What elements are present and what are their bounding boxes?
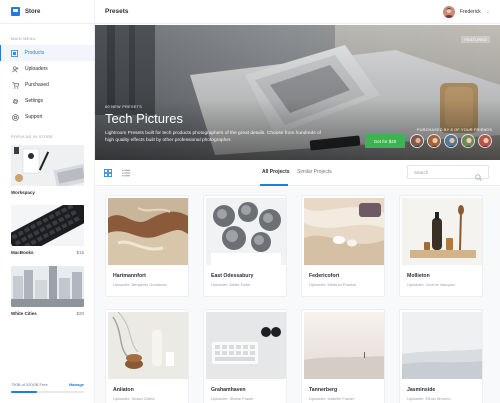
card-uploader: Uploader: Isabelle Fowler bbox=[309, 396, 355, 401]
project-card[interactable]: Mollieton Uploader: Jerome Vasquez bbox=[399, 195, 483, 297]
top-header: Presets Frederick ⌄ bbox=[95, 0, 500, 24]
card-title: Grahamhaven bbox=[211, 387, 246, 393]
active-tab-indicator bbox=[260, 184, 288, 186]
app: Store MAIN MENU Products Uploaders Purch… bbox=[0, 0, 500, 403]
card-uploader: Uploader: Minerva Powers bbox=[309, 282, 357, 287]
projects-grid: Hartmannfort Uploader: Benjamin Goodman … bbox=[95, 187, 500, 403]
popular-thumbnail bbox=[11, 145, 84, 186]
card-image bbox=[304, 198, 384, 265]
sidebar-item-settings[interactable]: Settings bbox=[0, 93, 94, 109]
search-icon[interactable] bbox=[475, 168, 482, 186]
card-image bbox=[108, 312, 188, 379]
popular-thumbnail bbox=[11, 266, 84, 307]
project-card[interactable]: Jasminside Uploader: Ethan Moreno bbox=[399, 309, 483, 403]
storage-progress-fill bbox=[11, 391, 37, 393]
get-for-price-button[interactable]: Get for $40 bbox=[365, 134, 405, 148]
main-menu: Products Uploaders Purchased Settings Su… bbox=[0, 45, 94, 125]
card-title: East Odessabury bbox=[211, 273, 254, 279]
page-title: Presets bbox=[105, 8, 129, 15]
grid-icon bbox=[11, 49, 19, 57]
avatar[interactable] bbox=[478, 134, 492, 148]
storage-progress-bar bbox=[11, 391, 84, 393]
card-uploader: Uploader: Ethan Moreno bbox=[407, 396, 451, 401]
card-title: Mollieton bbox=[407, 273, 430, 279]
popular-title: POPULAR IN STORE bbox=[11, 134, 54, 139]
store-logo-icon bbox=[11, 7, 20, 16]
user-name: Frederick bbox=[459, 8, 481, 15]
sidebar-item-label: Products bbox=[24, 50, 45, 56]
popular-item-workspacy[interactable]: Workspacy bbox=[11, 145, 84, 195]
card-uploader: Uploader: Susan Gibbs bbox=[113, 396, 155, 401]
manage-storage-link[interactable]: Manage bbox=[69, 382, 84, 387]
card-image bbox=[108, 198, 188, 265]
popular-item-name: White Cities bbox=[11, 311, 37, 316]
project-card[interactable]: Aniiaton Uploader: Susan Gibbs bbox=[105, 309, 189, 403]
project-card[interactable]: Tannerberg Uploader: Isabelle Fowler bbox=[301, 309, 385, 403]
card-title: Aniiaton bbox=[113, 387, 134, 393]
avatar[interactable] bbox=[427, 134, 441, 148]
card-title: Tannerberg bbox=[309, 387, 338, 393]
brand-name: Store bbox=[25, 8, 41, 15]
avatar[interactable] bbox=[461, 134, 475, 148]
gear-icon bbox=[11, 97, 19, 105]
storage-text: 750B of 320GB Free bbox=[11, 382, 48, 387]
card-image bbox=[304, 312, 384, 379]
sidebar-item-label: Purchased bbox=[25, 82, 49, 88]
storage-info: 750B of 320GB Free Manage bbox=[11, 382, 84, 387]
card-uploader: Uploader: Addie Fuller bbox=[211, 282, 251, 287]
popular-item-price: $20 bbox=[76, 311, 84, 316]
users-icon bbox=[11, 65, 19, 73]
popular-item-name: MacBooks bbox=[11, 250, 34, 255]
sidebar-item-label: Uploaders bbox=[25, 66, 48, 72]
popular-item-macbooks[interactable]: MacBooks $15 bbox=[11, 205, 84, 255]
avatar bbox=[442, 5, 455, 18]
card-uploader: Uploader: Benjamin Goodman bbox=[113, 282, 167, 287]
popular-item-name: Workspacy bbox=[11, 190, 35, 195]
sidebar: Store MAIN MENU Products Uploaders Purch… bbox=[0, 0, 95, 403]
project-card[interactable]: Hartmannfort Uploader: Benjamin Goodman bbox=[105, 195, 189, 297]
card-title: Federicofort bbox=[309, 273, 340, 279]
hero-title: Tech Pictures bbox=[105, 111, 184, 126]
sidebar-item-purchased[interactable]: Purchased bbox=[0, 77, 94, 93]
popular-item-price: $15 bbox=[76, 250, 84, 255]
main-menu-title: MAIN MENU bbox=[11, 36, 36, 41]
project-card[interactable]: East Odessabury Uploader: Addie Fuller bbox=[203, 195, 287, 297]
avatar[interactable] bbox=[444, 134, 458, 148]
friend-avatars bbox=[410, 134, 492, 148]
hero-description: Lightroom Presets built for tech product… bbox=[105, 131, 321, 143]
sidebar-item-label: Support bbox=[25, 114, 43, 120]
hero-banner: FEATURED 60 NEW PRESETS Tech Pictures Li… bbox=[95, 25, 500, 160]
card-image bbox=[402, 198, 482, 265]
sidebar-item-uploaders[interactable]: Uploaders bbox=[0, 61, 94, 77]
sidebar-item-label: Settings bbox=[25, 98, 44, 104]
cart-icon bbox=[11, 81, 19, 89]
projects-toolbar: All Projects Similar Projects bbox=[95, 160, 500, 186]
sidebar-item-support[interactable]: Support bbox=[0, 109, 94, 125]
user-menu[interactable]: Frederick ⌄ bbox=[442, 5, 490, 18]
grid-view-icon[interactable] bbox=[103, 168, 112, 177]
project-card[interactable]: Grahamhaven Uploader: Shane Fraser bbox=[203, 309, 287, 403]
hero-text: 60 NEW PRESETS Tech Pictures Lightroom P… bbox=[105, 105, 325, 144]
card-uploader: Uploader: Shane Fraser bbox=[211, 396, 254, 401]
brand[interactable]: Store bbox=[0, 0, 94, 24]
list-view-icon[interactable] bbox=[121, 168, 130, 177]
card-title: Jasminside bbox=[407, 387, 436, 393]
popular-item-white-cities[interactable]: White Cities $20 bbox=[11, 266, 84, 316]
tab-similar-projects[interactable]: Similar Projects bbox=[297, 169, 332, 175]
card-title: Hartmannfort bbox=[113, 273, 146, 279]
featured-badge: FEATURED bbox=[461, 36, 490, 43]
hero-presets-count: 60 NEW PRESETS bbox=[105, 105, 143, 109]
help-icon bbox=[11, 113, 19, 121]
popular-thumbnail bbox=[11, 205, 84, 246]
card-image bbox=[206, 312, 286, 379]
avatar[interactable] bbox=[410, 134, 424, 148]
chevron-down-icon: ⌄ bbox=[485, 8, 490, 15]
friends-purchased-label: PURCHASED BY 8 OF YOUR FRIENDS bbox=[417, 128, 493, 132]
project-card[interactable]: Federicofort Uploader: Minerva Powers bbox=[301, 195, 385, 297]
card-image bbox=[402, 312, 482, 379]
card-image bbox=[206, 198, 286, 265]
tab-all-projects[interactable]: All Projects bbox=[262, 169, 290, 175]
card-uploader: Uploader: Jerome Vasquez bbox=[407, 282, 456, 287]
sidebar-item-products[interactable]: Products bbox=[0, 45, 94, 61]
